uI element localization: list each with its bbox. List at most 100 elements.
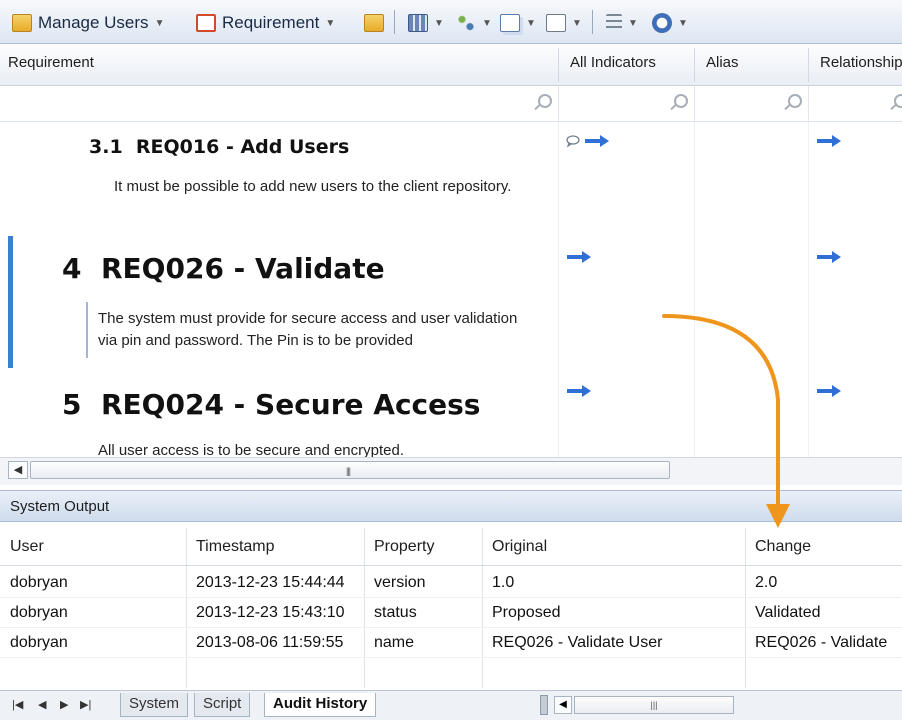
scroll-thumb[interactable]: |||: [574, 696, 734, 714]
column-header-timestamp[interactable]: Timestamp: [196, 538, 275, 556]
cell-timestamp: 2013-08-06 11:59:55: [196, 634, 344, 651]
help-icon: [652, 13, 672, 33]
column-divider: [558, 86, 559, 122]
manage-users-label: Manage Users: [38, 13, 149, 32]
link-arrow-icon[interactable]: [816, 250, 842, 264]
chevron-down-icon: ▼: [482, 17, 492, 29]
search-icon[interactable]: [674, 94, 688, 108]
app-window: Manage Users ▼ Requirement ▼ ▼ ▼ ▼ ▼ ▼ ▼…: [0, 0, 902, 720]
chevron-down-icon: ▼: [325, 17, 336, 29]
column-header-relationship[interactable]: Relationship: [820, 54, 902, 71]
tab-system[interactable]: System: [120, 693, 189, 717]
cell-change: Validated: [755, 604, 821, 621]
next-tab-icon[interactable]: ▶: [60, 698, 68, 711]
chevron-down-icon: ▼: [526, 17, 536, 29]
column-header-all-indicators[interactable]: All Indicators: [570, 54, 656, 71]
comment-icon[interactable]: [566, 134, 580, 148]
requirement-heading[interactable]: 4 REQ026 - Validate: [62, 252, 385, 285]
column-divider: [558, 122, 559, 457]
tab-script[interactable]: Script: [194, 693, 251, 717]
folder-check-icon: [364, 14, 384, 32]
bottom-tab-bar: |◀ ◀ ▶ ▶| System Script Audit History ◀ …: [0, 690, 902, 720]
chevron-down-icon: ▼: [434, 17, 444, 29]
audit-table: User Timestamp Property Original Change …: [0, 528, 902, 688]
checklist-button[interactable]: ▼: [606, 12, 638, 34]
cell-property: version: [374, 574, 426, 591]
requirement-title: REQ024 - Secure Access: [100, 388, 481, 421]
quote-bar: [86, 302, 88, 358]
bottom-scrollbar[interactable]: ◀ |||: [540, 695, 902, 715]
requirement-title: REQ016 - Add Users: [135, 136, 350, 158]
horizontal-scrollbar[interactable]: ◀ |||: [0, 457, 902, 485]
table-header: User Timestamp Property Original Change: [0, 528, 902, 566]
grid-header: Requirement All Indicators Alias Relatio…: [0, 44, 902, 86]
column-header-original[interactable]: Original: [492, 538, 547, 556]
column-header-property[interactable]: Property: [374, 538, 434, 556]
link-arrow-icon[interactable]: [566, 384, 592, 398]
chevron-down-icon: ▼: [154, 17, 165, 29]
cell-timestamp: 2013-12-23 15:44:44: [196, 574, 345, 591]
requirement-menu[interactable]: Requirement ▼: [196, 12, 335, 34]
grid-view-button[interactable]: ▼: [408, 12, 444, 34]
column-divider: [694, 86, 695, 122]
filter-row: [0, 86, 902, 122]
column-header-user[interactable]: User: [10, 538, 44, 556]
first-tab-icon[interactable]: |◀: [12, 698, 23, 711]
folder-check-button[interactable]: [364, 12, 384, 34]
panel-title: System Output: [10, 498, 110, 515]
cell-change: 2.0: [755, 574, 778, 591]
column-header-requirement[interactable]: Requirement: [8, 54, 94, 71]
toolbar: Manage Users ▼ Requirement ▼ ▼ ▼ ▼ ▼ ▼ ▼: [0, 0, 902, 44]
column-divider: [558, 48, 559, 82]
selection-indicator: [8, 236, 13, 368]
requirement-label: Requirement: [222, 13, 320, 32]
checklist-icon: [606, 14, 622, 32]
link-arrow-icon[interactable]: [816, 384, 842, 398]
search-icon[interactable]: [538, 94, 552, 108]
scroll-thumb[interactable]: |||: [30, 461, 670, 479]
tab-audit-history[interactable]: Audit History: [264, 693, 377, 717]
manage-users-menu[interactable]: Manage Users ▼: [12, 12, 164, 34]
requirement-heading[interactable]: 5 REQ024 - Secure Access: [62, 388, 480, 421]
chevron-down-icon: ▼: [572, 17, 582, 29]
table-row[interactable]: dobryan 2013-12-23 15:44:44 version 1.0 …: [0, 568, 902, 598]
cell-user: dobryan: [10, 574, 68, 591]
copy-icon: [500, 14, 520, 32]
column-header-alias[interactable]: Alias: [706, 54, 739, 71]
table-row[interactable]: dobryan 2013-12-23 15:43:10 status Propo…: [0, 598, 902, 628]
hierarchy-icon: [456, 14, 476, 32]
requirement-number: 4: [62, 252, 82, 285]
requirement-heading[interactable]: 3.1 REQ016 - Add Users: [89, 136, 349, 158]
help-button[interactable]: ▼: [652, 12, 688, 34]
grid-icon: [408, 14, 428, 32]
chevron-down-icon: ▼: [628, 17, 638, 29]
link-arrow-icon[interactable]: [816, 134, 842, 148]
requirement-icon: [196, 14, 216, 32]
column-header-change[interactable]: Change: [755, 538, 811, 556]
prev-tab-icon[interactable]: ◀: [38, 698, 46, 711]
grip-icon: |||: [346, 466, 351, 476]
requirement-description: The system must provide for secure acces…: [98, 310, 518, 349]
last-tab-icon[interactable]: ▶|: [80, 698, 91, 711]
cell-original: 1.0: [492, 574, 515, 591]
search-icon[interactable]: [788, 94, 802, 108]
requirement-number: 3.1: [89, 136, 123, 158]
panel-title-bar: System Output: [0, 490, 902, 522]
cell-property: status: [374, 604, 417, 621]
cell-change: REQ026 - Validate: [755, 634, 888, 651]
column-divider: [808, 86, 809, 122]
scroll-left-button[interactable]: ◀: [554, 696, 572, 714]
document-edit-icon: [546, 14, 566, 32]
requirement-description: All user access is to be secure and encr…: [98, 442, 404, 457]
chevron-down-icon: ▼: [678, 17, 688, 29]
scroll-left-button[interactable]: ◀: [8, 461, 28, 479]
table-row[interactable]: dobryan 2013-08-06 11:59:55 name REQ026 …: [0, 628, 902, 658]
link-arrow-icon[interactable]: [566, 250, 592, 264]
link-arrow-icon[interactable]: [584, 134, 610, 148]
copy-button[interactable]: ▼: [500, 12, 536, 34]
splitter-handle[interactable]: [540, 695, 548, 715]
document-edit-button[interactable]: ▼: [546, 12, 582, 34]
search-icon[interactable]: [894, 94, 902, 108]
requirement-title: REQ026 - Validate: [100, 252, 385, 285]
hierarchy-button[interactable]: ▼: [456, 12, 492, 34]
